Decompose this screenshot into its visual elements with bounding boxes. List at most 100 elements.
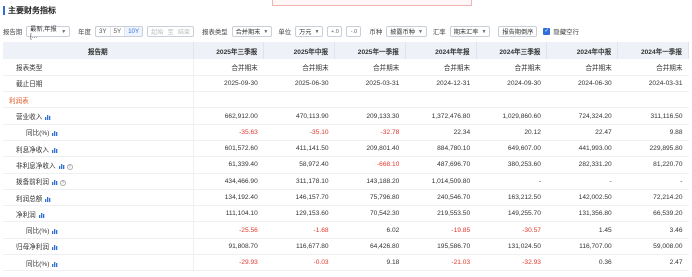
table-cell: 111,104.10 bbox=[193, 205, 264, 223]
table-cell: 22.34 bbox=[405, 124, 477, 141]
table-cell: 72,214.20 bbox=[617, 189, 689, 207]
report-period-select[interactable]: 最新,年报[... ▼ bbox=[26, 26, 71, 40]
chevron-down-icon: ▼ bbox=[263, 28, 269, 35]
table-cell: 2025-09-30 bbox=[193, 75, 264, 93]
currency-select[interactable]: 披露币种 ▼ bbox=[386, 26, 427, 37]
table-cell: 合并期末 bbox=[405, 59, 477, 76]
help-circle-icon[interactable]: ? bbox=[59, 180, 66, 187]
table-cell: 229,895.80 bbox=[617, 140, 689, 158]
table-cell: 20.12 bbox=[476, 124, 547, 141]
date-range-picker[interactable]: 起始 至 结束 bbox=[147, 26, 195, 37]
table-cell: 311,178.10 bbox=[263, 173, 335, 190]
filter-toolbar: 报告期 最新,年报[... ▼ 年度 3Y 5Y 10Y 起始 至 结束 报表类… bbox=[3, 25, 689, 40]
column-header: 2025年中报 bbox=[263, 42, 336, 59]
bar-chart-icon[interactable] bbox=[51, 244, 58, 251]
column-header: 2025年三季报 bbox=[193, 42, 265, 59]
report-type-value: 合并期末 bbox=[235, 29, 261, 36]
bar-chart-icon[interactable] bbox=[51, 147, 58, 153]
table-group-row: 利润表 bbox=[3, 91, 689, 109]
table-cell bbox=[617, 91, 689, 109]
year-label: 年度 bbox=[78, 29, 91, 36]
row-label: 营业收入 bbox=[16, 114, 43, 122]
table-cell: -1.68 bbox=[263, 221, 335, 239]
table-cell: 724,324.20 bbox=[546, 107, 618, 125]
bar-chart-icon[interactable] bbox=[45, 114, 51, 121]
decimal-decrease-button[interactable]: -.0 bbox=[346, 26, 362, 37]
column-header: 2025年一季报 bbox=[334, 42, 406, 59]
decimal-increase-button[interactable]: +.0 bbox=[327, 26, 343, 37]
unit-select[interactable]: 万元 ▼ bbox=[295, 26, 324, 37]
table-cell: 合并期末 bbox=[334, 59, 406, 76]
row-label-cell: 利息净收入 bbox=[3, 140, 194, 158]
row-label-cell: 非利息净收入? bbox=[3, 156, 194, 174]
table-cell bbox=[405, 91, 477, 109]
bar-chart-icon[interactable] bbox=[52, 228, 58, 235]
row-label: 非利息净收入 bbox=[16, 162, 56, 170]
table-cell: 64,426.80 bbox=[334, 238, 406, 256]
table-cell: 131,024.50 bbox=[476, 238, 547, 256]
table-cell: -25.56 bbox=[193, 221, 264, 239]
table-cell: -32.93 bbox=[476, 254, 547, 272]
fx-select[interactable]: 期末汇率 ▼ bbox=[449, 26, 491, 37]
table-cell: 240,546.70 bbox=[405, 189, 477, 207]
table-cell: 3.46 bbox=[617, 221, 689, 239]
table-cell: 91,808.70 bbox=[193, 238, 264, 256]
table-cell: 2024-03-31 bbox=[617, 75, 689, 93]
year-option-10y[interactable]: 10Y bbox=[125, 27, 143, 36]
row-label-cell: 同比(%) bbox=[3, 254, 194, 272]
chevron-down-icon: ▼ bbox=[481, 28, 487, 35]
table-cell bbox=[546, 91, 618, 109]
fx-label: 汇率 bbox=[432, 29, 446, 36]
table-cell: - bbox=[546, 173, 618, 190]
bar-chart-icon[interactable] bbox=[51, 179, 58, 186]
report-type-select[interactable]: 合并期末 ▼ bbox=[231, 26, 273, 37]
table-cell: 66,539.20 bbox=[617, 205, 689, 223]
table-cell bbox=[193, 91, 264, 109]
table-row: 归母净利润 91,808.70 116,677.80 64,426.80 195,586… bbox=[3, 238, 689, 256]
bar-chart-icon[interactable] bbox=[58, 163, 65, 169]
table-cell: 311,116.50 bbox=[617, 107, 689, 125]
bar-chart-icon[interactable] bbox=[52, 261, 58, 267]
table-cell: 合并期末 bbox=[546, 59, 618, 76]
table-cell: -30.57 bbox=[476, 221, 547, 239]
column-header: 2024年一季报 bbox=[617, 42, 689, 59]
table-cell: 487,696.70 bbox=[405, 156, 477, 174]
year-option-3y[interactable]: 3Y bbox=[96, 27, 111, 36]
table-cell: 116,677.80 bbox=[263, 238, 335, 256]
chevron-down-icon: ▼ bbox=[61, 28, 67, 35]
table-cell: 2025-03-31 bbox=[334, 75, 406, 93]
table-cell: 662,912.00 bbox=[193, 107, 264, 125]
table-cell: 601,572.60 bbox=[193, 140, 264, 158]
table-row: 营业收入 662,912.00 470,113.90 209,133.30 1,372,… bbox=[3, 107, 689, 125]
unit-label: 单位 bbox=[278, 29, 292, 36]
table-cell: -35.10 bbox=[263, 124, 335, 141]
row-label: 同比(%) bbox=[26, 228, 50, 236]
table-cell: 59,008.00 bbox=[617, 238, 689, 256]
row-label: 净利润 bbox=[16, 211, 36, 219]
table-cell: 441,993.00 bbox=[546, 140, 618, 158]
table-cell: 219,553.50 bbox=[405, 205, 477, 223]
table-cell bbox=[476, 91, 547, 109]
section-accent-bar bbox=[3, 5, 5, 15]
bar-chart-icon[interactable] bbox=[52, 130, 58, 137]
reverse-order-button[interactable]: 报告期倒序 bbox=[498, 26, 538, 37]
hide-empty-checkbox[interactable]: ✓ 隐藏空行 bbox=[543, 27, 579, 36]
table-cell: 1,014,509.80 bbox=[405, 173, 477, 190]
year-option-5y[interactable]: 5Y bbox=[111, 27, 126, 36]
bar-chart-icon[interactable] bbox=[45, 196, 51, 202]
chevron-down-icon: ▼ bbox=[417, 28, 423, 35]
table-cell: 470,113.90 bbox=[263, 107, 335, 125]
table-cell: 282,331.20 bbox=[546, 156, 618, 174]
help-circle-icon[interactable]: ? bbox=[66, 163, 73, 170]
table-row: 同比(%) -35.63 -35.10 -32.78 22.34 20.12 22.47 9.… bbox=[3, 124, 689, 141]
table-cell: - bbox=[476, 173, 547, 190]
unit-value: 万元 bbox=[299, 29, 312, 36]
table-cell bbox=[263, 91, 335, 109]
table-cell bbox=[334, 91, 406, 109]
row-label-cell: 同比(%) bbox=[3, 124, 194, 141]
row-label: 利息净收入 bbox=[16, 146, 49, 154]
table-cell: 61,339.40 bbox=[193, 156, 264, 174]
table-cell: 1,029,860.60 bbox=[476, 107, 547, 125]
bar-chart-icon[interactable] bbox=[38, 212, 45, 218]
table-row: 同比(%) -25.56 -1.68 6.02 -19.85 -30.57 1.45 3.46 bbox=[3, 221, 689, 239]
